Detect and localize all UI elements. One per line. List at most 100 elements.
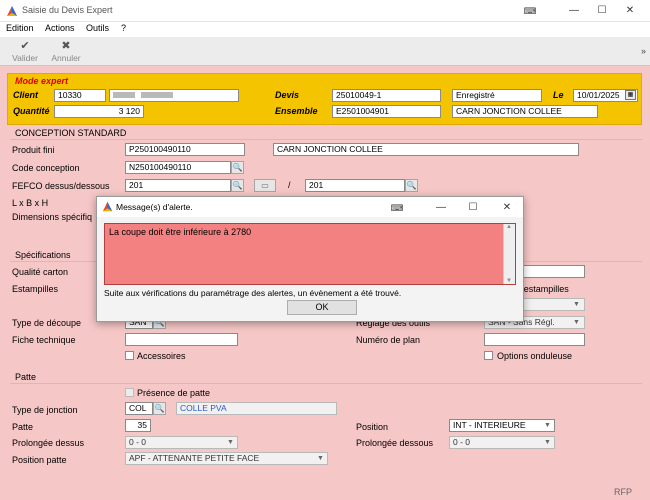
scroll-down-icon[interactable]: ▼ (506, 278, 512, 284)
quantite-field[interactable]: 3 120 (54, 105, 144, 118)
client-name-field[interactable] (109, 89, 239, 102)
presence-patte-checkbox[interactable] (125, 388, 134, 397)
prolongee-dessus-select[interactable]: 0 - 0 (125, 436, 238, 449)
search-icon[interactable]: 🔍 (231, 161, 244, 174)
position-patte-label: Position patte (12, 455, 67, 465)
book-icon[interactable]: ▭ (254, 179, 276, 192)
cancel-label: Annuler (51, 53, 81, 63)
options-onduleuse-label: Options onduleuse (497, 351, 573, 361)
search-icon[interactable]: 🔍 (405, 179, 418, 192)
close-icon: ✖ (61, 40, 71, 52)
toolbar: ✔ Valider ✖ Annuler » (0, 37, 650, 66)
client-code-field[interactable]: 10330 (54, 89, 106, 102)
fefco-separator: / (288, 180, 291, 190)
date-label: Le (553, 90, 564, 100)
window-title: Saisie du Devis Expert (22, 5, 113, 15)
chevron-down-icon: ▼ (573, 301, 580, 308)
position-select[interactable]: INT - INTERIEURE (449, 419, 555, 432)
close-button[interactable]: ✕ (620, 3, 640, 19)
produit-fini-label: Produit fini (12, 145, 55, 155)
qualite-carton-label: Qualité carton (12, 267, 69, 277)
alert-scrollbar[interactable]: ▲ ▼ (503, 224, 515, 284)
menu-bar: Edition Actions Outils ? (0, 22, 650, 37)
menu-outils[interactable]: Outils (86, 23, 109, 33)
status-field[interactable]: Enregistré (452, 89, 542, 102)
alert-dialog: Message(s) d'alerte. ⌨ — ☐ ✕ La coupe do… (96, 196, 524, 322)
produit-fini-code-field[interactable]: P250100490110 (125, 143, 245, 156)
menu-edition[interactable]: Edition (6, 23, 34, 33)
patte-field[interactable]: 35 (125, 419, 151, 432)
position-patte-select[interactable]: APF - ATTENANTE PETITE FACE (125, 452, 328, 465)
client-name-redacted (141, 92, 174, 98)
code-conception-field[interactable]: N250100490110 (125, 161, 231, 174)
prolongee-dessous-label: Prolongée dessous (356, 438, 434, 448)
type-jonction-label: Type de jonction (12, 405, 78, 415)
chevron-down-icon: ▼ (227, 439, 234, 446)
dialog-info-text: Suite aux vérifications du paramétrage d… (104, 288, 402, 298)
chevron-down-icon: ▼ (544, 422, 551, 429)
menu-help[interactable]: ? (121, 23, 126, 33)
devis-label: Devis (275, 90, 300, 100)
produit-fini-name-field[interactable]: CARN JONCTION COLLEE (273, 143, 579, 156)
prolongee-dessus-label: Prolongée dessus (12, 438, 85, 448)
app-icon (102, 201, 113, 212)
scroll-up-icon[interactable]: ▲ (506, 224, 512, 230)
position-label: Position (356, 422, 389, 432)
client-name-redacted (113, 92, 135, 98)
ensemble-name-field[interactable]: CARN JONCTION COLLEE (452, 105, 598, 118)
lxbxh-label: L x B x H (12, 198, 49, 208)
fiche-technique-label: Fiche technique (12, 335, 76, 345)
title-bar: Saisie du Devis Expert ⌨ — ☐ ✕ (0, 0, 650, 22)
check-icon: ✔ (20, 40, 30, 52)
search-icon[interactable]: 🔍 (153, 402, 166, 415)
dialog-minimize-button[interactable]: — (431, 200, 451, 216)
ensemble-code-field[interactable]: E2501004901 (332, 105, 441, 118)
client-label: Client (13, 90, 39, 100)
expert-header: Mode expert Client 10330 Devis 25010049-… (7, 73, 642, 125)
devis-field[interactable]: 25010049-1 (332, 89, 441, 102)
search-icon[interactable]: 🔍 (231, 179, 244, 192)
accessoires-checkbox[interactable] (125, 351, 134, 360)
estampilles-label: Estampilles (12, 284, 59, 294)
options-onduleuse-checkbox[interactable] (484, 351, 493, 360)
menu-actions[interactable]: Actions (45, 23, 75, 33)
estampilles-right-label: 'estampilles (522, 284, 569, 294)
chevron-down-icon: ▼ (544, 439, 551, 446)
dimensions-label: Dimensions spécifiq (12, 212, 93, 222)
section-divider (10, 139, 642, 140)
keyboard-icon[interactable]: ⌨ (520, 3, 540, 19)
fefco-bottom-field[interactable]: 201 (305, 179, 405, 192)
type-decoupe-label: Type de découpe (12, 318, 82, 328)
maximize-button[interactable]: ☐ (592, 3, 612, 19)
quantite-label: Quantité (13, 106, 50, 116)
numero-plan-field[interactable] (484, 333, 585, 346)
type-jonction-code-field[interactable]: COL (125, 402, 153, 415)
fefco-label: FEFCO dessus/dessous (12, 181, 110, 191)
validate-button[interactable]: ✔ Valider (8, 39, 42, 63)
prolongee-dessous-select[interactable]: 0 - 0 (449, 436, 555, 449)
chevron-down-icon: ▼ (573, 319, 580, 326)
footer-label: RFP (614, 487, 632, 497)
patte-label: Patte (12, 422, 34, 432)
qualite-right-field[interactable] (522, 265, 585, 278)
fiche-technique-field[interactable] (125, 333, 238, 346)
app-icon (7, 6, 17, 16)
cancel-button[interactable]: ✖ Annuler (49, 39, 83, 63)
keyboard-icon[interactable]: ⌨ (387, 200, 407, 216)
dialog-maximize-button[interactable]: ☐ (463, 200, 483, 216)
presence-patte-label: Présence de patte (137, 388, 211, 398)
dialog-title-bar: Message(s) d'alerte. ⌨ — ☐ ✕ (97, 197, 523, 217)
dialog-close-button[interactable]: ✕ (497, 200, 517, 216)
alert-message-box: La coupe doit être inférieure à 2780 ▲ ▼ (104, 223, 516, 285)
toolbar-overflow-button[interactable]: » (641, 46, 646, 56)
section-divider (10, 383, 642, 384)
calendar-icon[interactable]: ▦ (625, 90, 636, 100)
patte-section-title: Patte (15, 372, 37, 382)
fefco-top-field[interactable]: 201 (125, 179, 231, 192)
minimize-button[interactable]: — (564, 3, 584, 19)
mode-expert-label: Mode expert (15, 76, 69, 86)
ok-button[interactable]: OK (287, 300, 357, 315)
numero-plan-label: Numéro de plan (356, 335, 421, 345)
validate-label: Valider (12, 53, 38, 63)
chevron-down-icon: ▼ (317, 455, 324, 462)
